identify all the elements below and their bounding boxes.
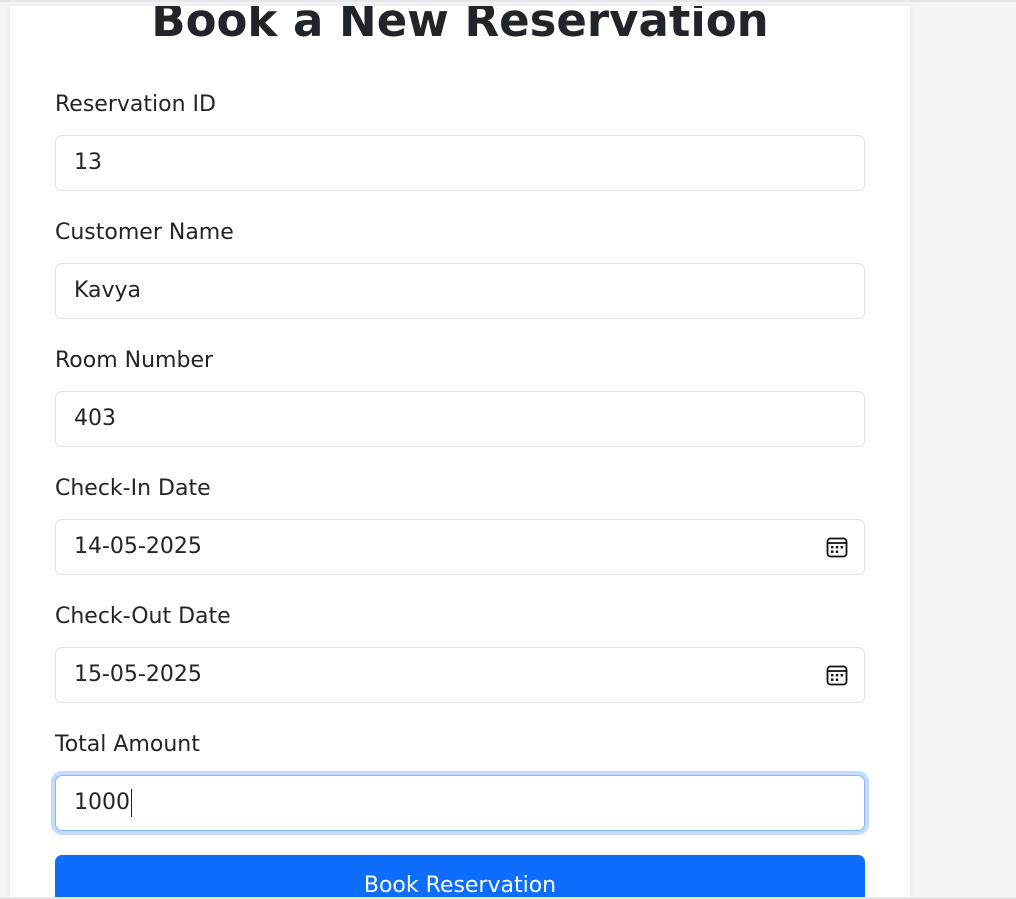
book-reservation-button[interactable]: Book Reservation xyxy=(55,855,865,899)
calendar-icon[interactable] xyxy=(826,664,848,686)
room-number-input[interactable]: 403 xyxy=(55,391,865,447)
check-out-date-input[interactable]: 15-05-2025 xyxy=(55,647,865,703)
total-amount-value: 1000 xyxy=(74,790,130,815)
total-amount-value-wrap: 1000 xyxy=(74,776,846,830)
customer-name-input[interactable]: Kavya xyxy=(55,263,865,319)
room-number-label: Room Number xyxy=(55,348,214,373)
reservation-id-label: Reservation ID xyxy=(55,92,216,117)
total-amount-input[interactable]: 1000 xyxy=(55,775,865,831)
check-in-date-input[interactable]: 14-05-2025 xyxy=(55,519,865,575)
reservation-id-value: 13 xyxy=(74,150,102,175)
calendar-icon[interactable] xyxy=(826,536,848,558)
page-title: Book a New Reservation xyxy=(151,6,769,47)
check-out-date-value: 15-05-2025 xyxy=(74,662,202,687)
check-out-date-label: Check-Out Date xyxy=(55,604,231,629)
check-in-date-label: Check-In Date xyxy=(55,476,211,501)
customer-name-value: Kavya xyxy=(74,278,142,303)
total-amount-label: Total Amount xyxy=(55,732,200,757)
reservation-id-input[interactable]: 13 xyxy=(55,135,865,191)
customer-name-label: Customer Name xyxy=(55,220,234,245)
reservation-form-card: Book a New Reservation Reservation ID 13… xyxy=(10,6,910,899)
check-in-date-value: 14-05-2025 xyxy=(74,534,202,559)
room-number-value: 403 xyxy=(74,406,116,431)
top-border xyxy=(0,0,1016,2)
text-caret xyxy=(131,789,132,817)
